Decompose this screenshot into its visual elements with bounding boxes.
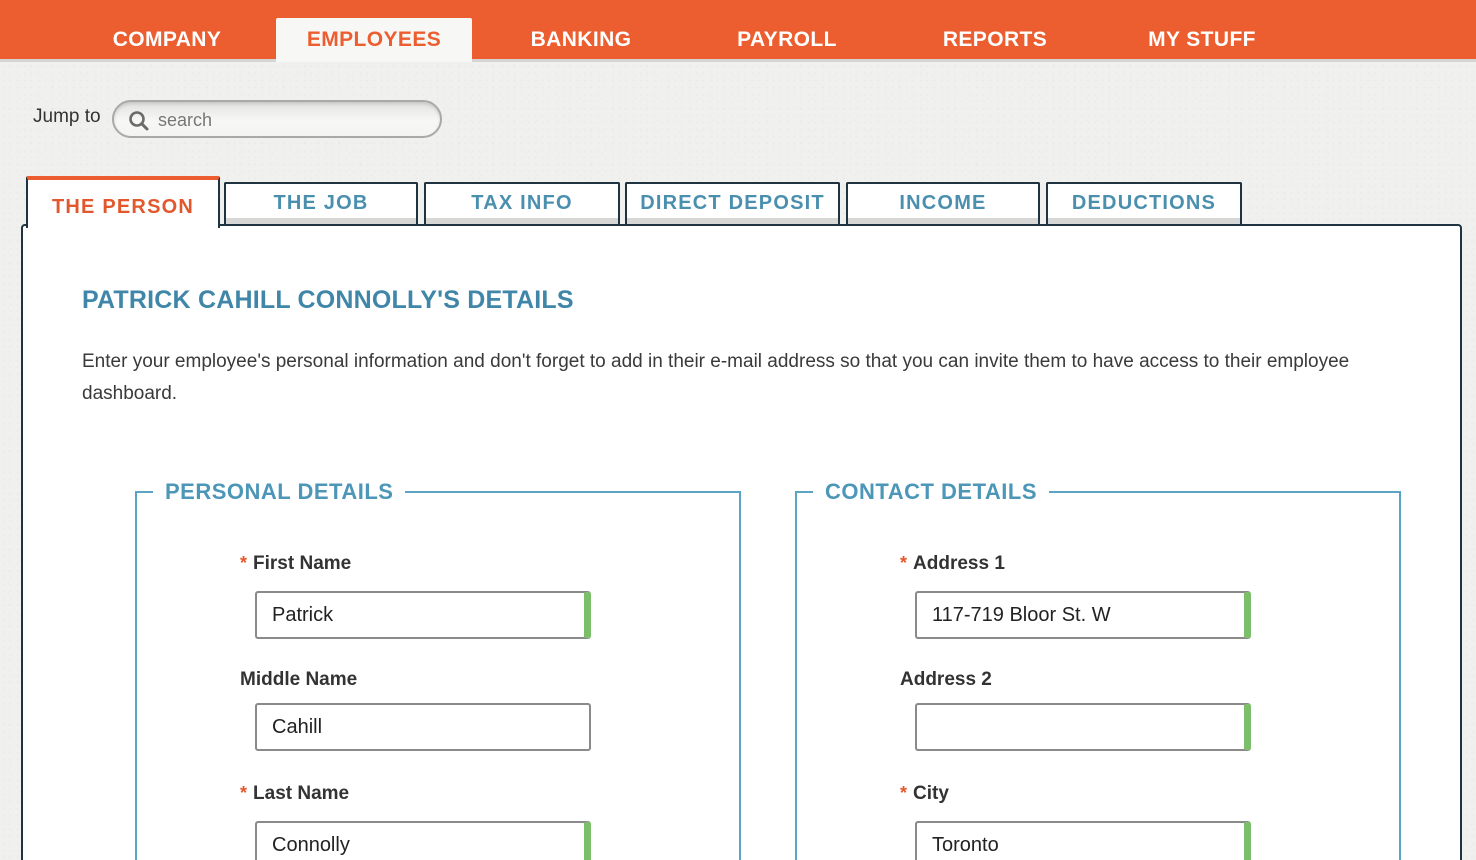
tab-the-job[interactable]: THE JOB: [224, 182, 418, 224]
nav-my-stuff[interactable]: MY STUFF: [1112, 18, 1292, 62]
nav-payroll[interactable]: PAYROLL: [702, 18, 872, 62]
nav-employees[interactable]: EMPLOYEES: [276, 18, 472, 62]
nav-company[interactable]: COMPANY: [82, 18, 252, 62]
contact-details-legend: CONTACT DETAILS: [825, 479, 1037, 504]
search-icon: [129, 111, 149, 131]
required-marker: *: [240, 783, 248, 803]
city-label: * City: [900, 783, 949, 804]
details-panel: PATRICK CAHILL CONNOLLY'S DETAILS Enter …: [21, 224, 1462, 860]
address-2-field[interactable]: [915, 703, 1251, 751]
first-name-field[interactable]: [255, 591, 591, 639]
search-input[interactable]: [158, 108, 428, 132]
tab-income[interactable]: INCOME: [846, 182, 1040, 224]
jump-to-label: Jump to: [33, 106, 101, 127]
page-description: Enter your employee's personal informati…: [82, 351, 1350, 404]
middle-name-field[interactable]: [255, 703, 591, 751]
tab-the-person[interactable]: THE PERSON: [26, 176, 220, 228]
required-marker: *: [240, 553, 248, 573]
address-2-label: Address 2: [900, 669, 992, 690]
top-nav: COMPANY EMPLOYEES BANKING PAYROLL REPORT…: [0, 0, 1476, 62]
address-1-field[interactable]: [915, 591, 1251, 639]
personal-details-group: PERSONAL DETAILS *First Name Middle Name…: [135, 479, 741, 860]
address-1-label: * Address 1: [900, 553, 1005, 574]
required-marker: *: [900, 783, 908, 803]
search-box[interactable]: [112, 100, 442, 138]
nav-banking[interactable]: BANKING: [496, 18, 666, 62]
required-marker: *: [900, 553, 908, 573]
page-title: PATRICK CAHILL CONNOLLY'S DETAILS: [82, 286, 574, 314]
tab-deductions[interactable]: DEDUCTIONS: [1046, 182, 1242, 224]
last-name-label: * Last Name: [240, 783, 350, 804]
nav-reports[interactable]: REPORTS: [910, 18, 1080, 62]
middle-name-label: Middle Name: [240, 669, 358, 690]
last-name-field[interactable]: [255, 821, 591, 860]
tab-tax-info[interactable]: TAX INFO: [424, 182, 620, 224]
contact-details-group: CONTACT DETAILS *Address 1 Address 2 *Ci…: [795, 479, 1401, 860]
personal-details-legend: PERSONAL DETAILS: [165, 479, 394, 504]
city-field[interactable]: [915, 821, 1251, 860]
tab-direct-deposit[interactable]: DIRECT DEPOSIT: [625, 182, 840, 224]
first-name-label: * First Name: [240, 553, 352, 574]
